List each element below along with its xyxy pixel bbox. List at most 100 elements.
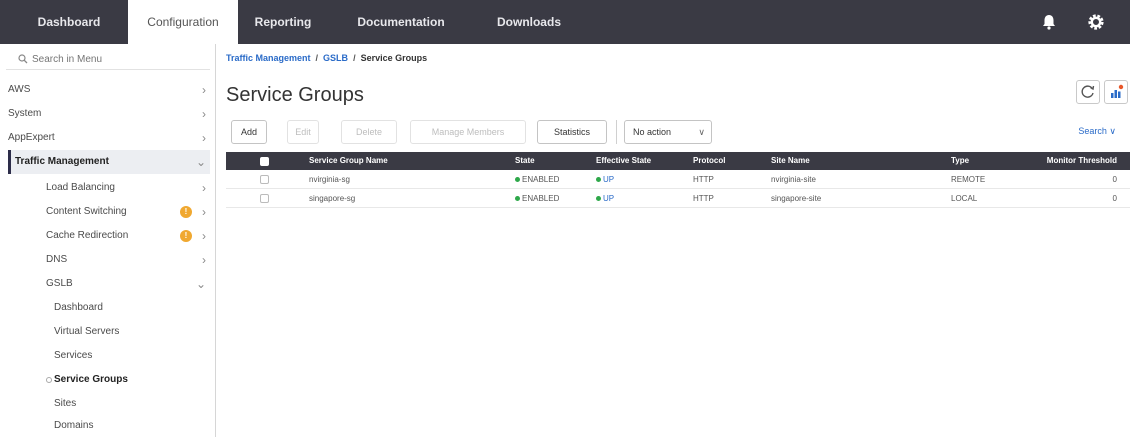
state-cell: ENABLED (515, 170, 559, 189)
warning-badge-icon: ! (180, 206, 192, 218)
toolbar-divider (616, 120, 617, 144)
sidebar-item-label: DNS (46, 254, 68, 265)
state-value: ENABLED (522, 175, 560, 184)
sidebar-item-service-groups[interactable]: Service Groups (8, 368, 210, 392)
sidebar-item-label: System (8, 108, 42, 119)
select-all-checkbox[interactable] (260, 157, 269, 166)
search-icon (18, 54, 28, 64)
sidebar-item-traffic-management[interactable]: Traffic Management ⌄ (8, 150, 210, 174)
column-header[interactable]: Type (951, 152, 969, 170)
row-checkbox[interactable] (260, 175, 269, 184)
tab-dashboard[interactable]: Dashboard (14, 0, 124, 44)
column-header[interactable]: State (515, 152, 535, 170)
tab-reporting[interactable]: Reporting (244, 0, 322, 44)
warning-badge-icon: ! (180, 230, 192, 242)
sidebar-item-gslb-dashboard[interactable]: Dashboard (8, 296, 210, 320)
sidebar-item-label: Domains (54, 420, 94, 431)
site-name-cell: nvirginia-site (771, 175, 816, 184)
tab-configuration[interactable]: Configuration (128, 0, 238, 44)
delete-button[interactable]: Delete (341, 120, 397, 144)
edit-button[interactable]: Edit (287, 120, 319, 144)
gear-icon[interactable] (1086, 12, 1106, 32)
main-content: Traffic Management / GSLB / Service Groups S… (217, 44, 1130, 437)
sidebar-item-label: Service Groups (54, 374, 128, 385)
sidebar-item-label: GSLB (46, 278, 73, 289)
breadcrumb-traffic-management[interactable]: Traffic Management (226, 53, 311, 63)
column-header[interactable]: Monitor Threshold (1047, 152, 1117, 170)
breadcrumb-gslb[interactable]: GSLB (323, 53, 348, 63)
export-button[interactable] (1104, 80, 1128, 104)
table-row[interactable]: nvirginia-sg ENABLED UP HTTP nvirginia-s… (226, 170, 1130, 189)
column-header[interactable]: Service Group Name (309, 152, 388, 170)
chevron-down-icon: ⌄ (195, 155, 206, 169)
sidebar-item-label: AWS (8, 84, 31, 95)
protocol-cell: HTTP (693, 175, 714, 184)
sidebar-item-gslb[interactable]: GSLB ⌄ (8, 272, 210, 296)
effective-state-value: UP (603, 175, 615, 184)
refresh-icon (1081, 85, 1095, 98)
chevron-right-icon: › (202, 205, 206, 219)
action-select-value: No action (633, 127, 672, 137)
search-link[interactable]: Search ∨ (1078, 126, 1116, 137)
sidebar-item-label: Cache Redirection (46, 230, 129, 241)
sidebar-item-label: Dashboard (54, 302, 103, 313)
breadcrumb-separator: / (315, 53, 319, 63)
sidebar-item-label: Virtual Servers (54, 326, 120, 337)
state-cell: ENABLED (515, 189, 559, 208)
sidebar-item-dns[interactable]: DNS › (8, 248, 210, 272)
monitor-threshold-cell: 0 (1112, 194, 1117, 203)
site-name-cell: singapore-site (771, 194, 822, 203)
sidebar-item-appexpert[interactable]: AppExpert › (8, 126, 210, 150)
sidebar-item-label: AppExpert (8, 132, 55, 143)
sidebar-item-virtual-servers[interactable]: Virtual Servers (8, 320, 210, 344)
bell-icon[interactable] (1039, 12, 1059, 32)
sidebar-item-cache-redirection[interactable]: Cache Redirection ! › (8, 224, 210, 248)
table-header: Service Group Name State Effective State… (226, 152, 1130, 170)
chevron-down-icon: ⌄ (195, 277, 206, 291)
type-cell: REMOTE (951, 175, 986, 184)
table-row[interactable]: singapore-sg ENABLED UP HTTP singapore-s… (226, 189, 1130, 208)
breadcrumb-current: Service Groups (360, 53, 428, 63)
refresh-button[interactable] (1076, 80, 1100, 104)
current-item-indicator-icon (46, 377, 52, 383)
chevron-right-icon: › (202, 229, 206, 243)
breadcrumb-separator: / (353, 53, 356, 63)
sidebar-item-content-switching[interactable]: Content Switching ! › (8, 200, 210, 224)
add-button[interactable]: Add (231, 120, 267, 144)
statistics-button[interactable]: Statistics (537, 120, 607, 144)
sidebar-item-domains[interactable]: Domains (8, 414, 210, 438)
sidebar-item-aws[interactable]: AWS › (8, 78, 210, 102)
column-header[interactable]: Protocol (693, 152, 725, 170)
sidebar-item-label: Content Switching (46, 206, 127, 217)
menu-search (6, 50, 210, 70)
service-group-name: singapore-sg (309, 194, 356, 203)
effective-state-cell: UP (596, 170, 614, 189)
sidebar-menu: AWS › System › AppExpert › Traffic Manag… (0, 44, 216, 437)
row-checkbox[interactable] (260, 194, 269, 203)
tab-downloads[interactable]: Downloads (484, 0, 574, 44)
service-groups-table: Service Group Name State Effective State… (226, 152, 1130, 208)
sidebar-item-sites[interactable]: Sites (8, 392, 210, 416)
status-dot-icon (596, 196, 601, 201)
effective-state-value: UP (603, 194, 615, 203)
manage-members-button[interactable]: Manage Members (410, 120, 526, 144)
tab-documentation[interactable]: Documentation (340, 0, 462, 44)
top-navigation-bar: Dashboard Configuration Reporting Docume… (0, 0, 1130, 44)
sidebar-item-services[interactable]: Services (8, 344, 210, 368)
chevron-right-icon: › (202, 181, 206, 195)
page-title: Service Groups (226, 84, 364, 106)
column-header[interactable]: Site Name (771, 152, 810, 170)
sidebar-item-label: Services (54, 350, 93, 361)
sidebar-item-system[interactable]: System › (8, 102, 210, 126)
action-select[interactable]: No action ∨ (624, 120, 712, 144)
sidebar-item-label: Load Balancing (46, 182, 115, 193)
effective-state-cell: UP (596, 189, 614, 208)
status-dot-icon (515, 177, 520, 182)
chevron-right-icon: › (202, 253, 206, 267)
export-chart-icon (1111, 84, 1124, 98)
menu-search-input[interactable] (32, 51, 202, 68)
column-header[interactable]: Effective State (596, 152, 651, 170)
sidebar-item-load-balancing[interactable]: Load Balancing › (8, 176, 210, 200)
status-dot-icon (596, 177, 601, 182)
breadcrumb: Traffic Management / GSLB / Service Groups (226, 53, 427, 63)
